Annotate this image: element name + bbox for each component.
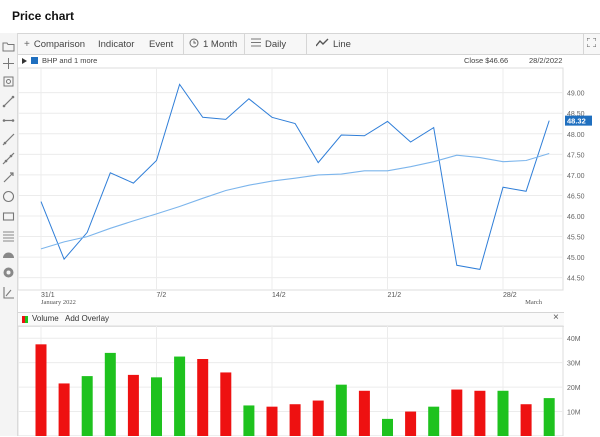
volume-bar — [497, 390, 509, 436]
target-icon — [3, 267, 14, 278]
volume-y-tick-label: 40M — [567, 336, 581, 343]
volume-y-tick-label: 30M — [567, 361, 581, 368]
volume-y-tick-label: 20M — [567, 385, 581, 392]
folder-tool[interactable] — [2, 40, 15, 53]
rectangle-icon — [2, 212, 15, 221]
price-x-tick-label: 28/2 — [503, 292, 517, 299]
circle-tool[interactable] — [2, 190, 15, 203]
horizontal-line-tool[interactable] — [2, 114, 15, 127]
price-x-tick-label: 31/1 — [41, 292, 55, 299]
target-tool[interactable] — [2, 266, 15, 279]
price-y-tick-label: 45.50 — [567, 235, 585, 242]
volume-bar — [428, 406, 440, 436]
volume-bar — [35, 344, 47, 436]
zoom-fit-icon — [3, 76, 14, 87]
measure-icon — [3, 287, 14, 299]
volume-bar — [289, 404, 301, 436]
volume-y-tick-label: 10M — [567, 410, 581, 417]
crosshair-tool[interactable] — [2, 57, 15, 70]
horizontal-line-icon — [2, 119, 15, 122]
price-y-tick-label: 46.50 — [567, 193, 585, 200]
crosshair-icon — [3, 58, 14, 69]
folder-icon — [2, 42, 15, 52]
zoom-fit-tool[interactable] — [2, 75, 15, 88]
chart-canvas[interactable]: 44.50 45.00 45.50 46.00 46.50 47.00 47.50 48.00… — [0, 0, 600, 436]
rectangle-tool[interactable] — [2, 210, 15, 223]
ray-tool[interactable] — [2, 133, 15, 146]
price-x-tick-label: 7/2 — [157, 292, 167, 299]
price-x-sublabel: January 2022 — [41, 299, 76, 306]
volume-bar — [520, 404, 532, 436]
price-y-tick-label: 47.50 — [567, 152, 585, 159]
volume-bar — [104, 352, 116, 436]
price-y-tick-label: 48.00 — [567, 132, 585, 139]
price-y-tick-label: 46.00 — [567, 214, 585, 221]
volume-bar — [358, 390, 370, 436]
volume-bar — [312, 400, 324, 436]
price-y-tick-label: 44.50 — [567, 276, 585, 283]
volume-bar — [197, 359, 209, 436]
volume-bar — [58, 383, 70, 436]
arc-tool[interactable] — [2, 248, 15, 261]
ray-icon — [2, 133, 15, 146]
trend-line-icon — [2, 152, 15, 165]
price-y-tick-label: 45.00 — [567, 255, 585, 262]
price-x-tick-label: 21/2 — [388, 292, 402, 299]
arc-icon — [3, 252, 14, 258]
line-tool[interactable] — [2, 95, 15, 108]
last-price-badge-label: 48.32 — [567, 117, 586, 126]
price-y-tick-label: 49.00 — [567, 91, 585, 98]
volume-bar — [405, 411, 417, 436]
volume-bar — [335, 384, 347, 436]
arrow-line-icon — [3, 172, 14, 183]
volume-bar — [151, 377, 162, 436]
price-x-sublabel: March — [525, 299, 543, 306]
volume-bar — [220, 372, 232, 436]
fibonacci-tool[interactable] — [2, 229, 15, 242]
price-y-tick-label: 47.00 — [567, 173, 585, 180]
volume-bar — [266, 406, 278, 436]
measure-tool[interactable] — [2, 286, 15, 299]
fibonacci-icon — [3, 231, 14, 242]
volume-bar — [81, 376, 93, 436]
volume-bar — [382, 418, 393, 436]
volume-bar — [543, 398, 555, 436]
volume-bar — [451, 389, 463, 436]
volume-bar — [474, 390, 486, 436]
circle-icon — [2, 190, 15, 203]
price-series-line — [40, 152, 550, 250]
arrow-line-tool[interactable] — [2, 171, 15, 184]
volume-bar — [174, 356, 186, 436]
price-x-tick-label: 14/2 — [272, 292, 286, 299]
trend-line-tool[interactable] — [2, 152, 15, 165]
line-icon — [2, 95, 15, 108]
volume-bar — [243, 405, 255, 436]
price-series-line — [40, 83, 550, 270]
volume-bar — [127, 374, 139, 436]
